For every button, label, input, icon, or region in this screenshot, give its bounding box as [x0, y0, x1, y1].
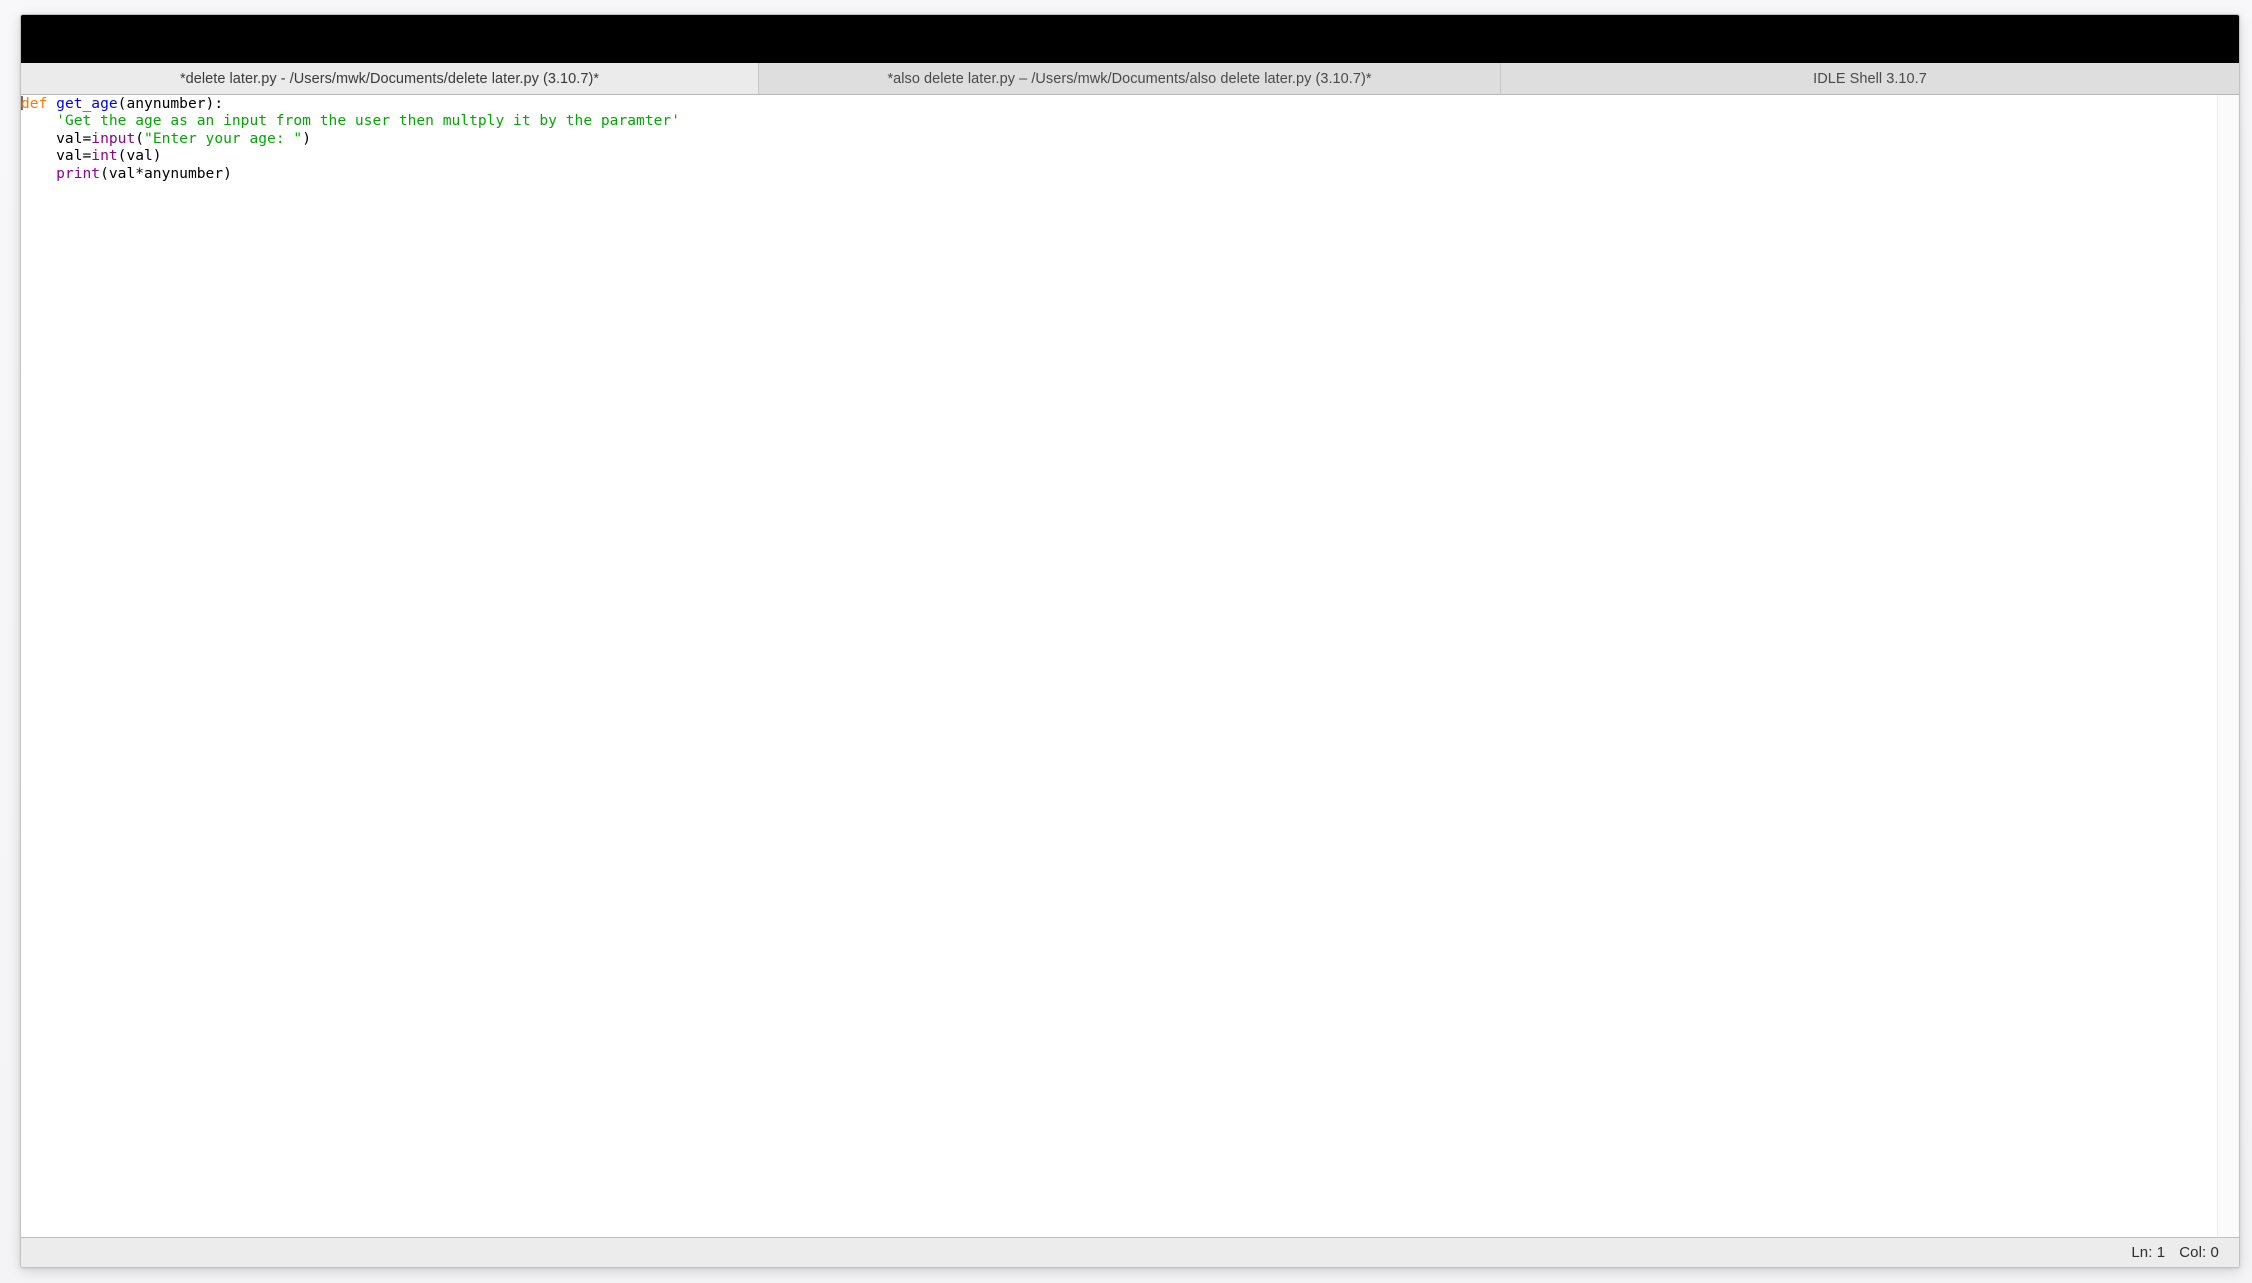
- code-token: def: [21, 95, 48, 112]
- status-bar: Ln: 1 Col: 0: [21, 1237, 2239, 1267]
- idle-editor-window: *delete later.py - /Users/mwk/Documents/…: [20, 14, 2240, 1268]
- code-token: "Enter your age: ": [144, 129, 303, 147]
- code-token: ): [302, 129, 311, 147]
- tab-also-delete-later-py[interactable]: *also delete later.py – /Users/mwk/Docum…: [759, 63, 1501, 94]
- tab-strip: *delete later.py - /Users/mwk/Documents/…: [21, 63, 2239, 95]
- code-token: (: [135, 129, 145, 147]
- code-line: print(val*anynumber): [21, 165, 680, 182]
- code-line: val=int(val): [21, 147, 680, 164]
- code-token: input: [91, 129, 136, 147]
- code-token: (val): [117, 147, 162, 165]
- code-token: (anynumber):: [117, 95, 224, 112]
- window-titlebar[interactable]: [21, 15, 2239, 63]
- code-line: def get_age(anynumber):: [21, 95, 680, 112]
- tab-label: *also delete later.py – /Users/mwk/Docum…: [887, 70, 1372, 87]
- code-token: val=: [21, 129, 92, 147]
- code-token: (val*anynumber): [100, 164, 232, 182]
- tab-delete-later-py[interactable]: *delete later.py - /Users/mwk/Documents/…: [21, 63, 759, 94]
- tab-idle-shell[interactable]: IDLE Shell 3.10.7: [1501, 63, 2239, 94]
- code-token: int: [91, 147, 118, 165]
- code-text-pane[interactable]: def get_age(anynumber): 'Get the age as …: [21, 95, 2217, 1237]
- code-line: 'Get the age as an input from the user t…: [21, 112, 680, 129]
- vertical-scrollbar[interactable]: [2217, 95, 2239, 1237]
- code-token: 'Get the age as an input from the user t…: [56, 112, 680, 130]
- status-line-number: Ln: 1: [2131, 1244, 2166, 1261]
- code-line: val=input("Enter your age: "): [21, 130, 680, 147]
- tab-label: *delete later.py - /Users/mwk/Documents/…: [179, 70, 600, 87]
- status-column-number: Col: 0: [2179, 1244, 2219, 1261]
- desktop-backdrop: *delete later.py - /Users/mwk/Documents/…: [0, 0, 2252, 1283]
- code-token: val=: [21, 147, 92, 165]
- source-code[interactable]: def get_age(anynumber): 'Get the age as …: [21, 95, 680, 182]
- code-token: get_age: [56, 95, 118, 112]
- code-token: print: [56, 164, 101, 182]
- editor-area: def get_age(anynumber): 'Get the age as …: [21, 95, 2239, 1237]
- tab-label: IDLE Shell 3.10.7: [1813, 70, 1927, 87]
